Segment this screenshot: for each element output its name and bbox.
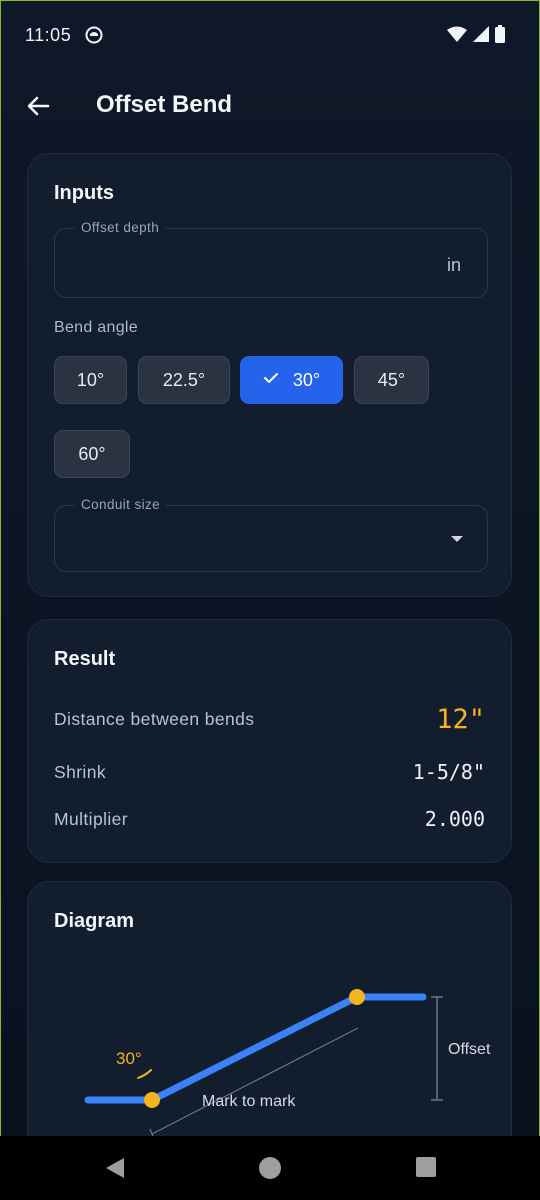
wifi-icon bbox=[447, 26, 467, 42]
bend-angle-label: Bend angle bbox=[54, 319, 138, 336]
check-icon bbox=[263, 370, 279, 391]
result-card: Result Distance between bends 12" Shrink… bbox=[27, 619, 512, 863]
nav-home-icon bbox=[259, 1157, 281, 1179]
offset-depth-unit: in bbox=[446, 255, 461, 275]
distance-value: 12" bbox=[436, 704, 485, 735]
signal-icon bbox=[473, 26, 489, 42]
app-bar: Offset Bend bbox=[1, 77, 539, 135]
chip-label: 45° bbox=[377, 369, 406, 390]
angle-label: 30° bbox=[116, 1049, 142, 1068]
system-navigation-bar bbox=[0, 1136, 540, 1200]
back-button[interactable] bbox=[23, 91, 53, 121]
shrink-label: Shrink bbox=[54, 761, 107, 782]
result-heading: Result bbox=[54, 648, 116, 670]
chip-label: 30° bbox=[292, 369, 321, 390]
status-time: 11:05 bbox=[25, 25, 72, 45]
multiplier-value: 2.000 bbox=[424, 807, 485, 831]
app-screen: 11:05 Offset Bend Inputs Offset depth in… bbox=[0, 0, 540, 1137]
nav-recents-button[interactable] bbox=[416, 1157, 436, 1182]
conduit-size-dropdown[interactable]: Conduit size bbox=[54, 497, 488, 572]
offset-label: Offset bbox=[448, 1041, 491, 1058]
offset-diagram: 30° Mark to mark Offset bbox=[84, 989, 491, 1137]
multiplier-label: Multiplier bbox=[54, 808, 129, 829]
bend-angle-chip-45[interactable]: 45° bbox=[354, 356, 429, 404]
conduit-size-label: Conduit size bbox=[75, 497, 167, 512]
inputs-heading: Inputs bbox=[54, 182, 114, 204]
nav-home-button[interactable] bbox=[259, 1157, 281, 1184]
notification-icon bbox=[85, 26, 103, 49]
bend-angle-chip-22-5[interactable]: 22.5° bbox=[138, 356, 230, 404]
result-row-multiplier: Multiplier 2.000 bbox=[54, 807, 485, 831]
result-row-shrink: Shrink 1-5/8" bbox=[54, 760, 485, 784]
bend-point-1 bbox=[144, 1092, 160, 1108]
chip-label: 22.5° bbox=[162, 369, 206, 390]
bend-point-2 bbox=[349, 989, 365, 1005]
diagram-card: Diagram 30° Mark to mark Offset bbox=[27, 881, 512, 1137]
inputs-card: Inputs Offset depth in Bend angle 10° 22… bbox=[27, 153, 512, 597]
chip-label: 60° bbox=[78, 443, 106, 464]
page-title: Offset Bend bbox=[96, 91, 233, 118]
distance-label: Distance between bends bbox=[54, 709, 255, 729]
nav-back-button[interactable] bbox=[104, 1157, 126, 1184]
offset-depth-label: Offset depth bbox=[75, 220, 166, 235]
offset-depth-field[interactable]: Offset depth in bbox=[54, 220, 488, 298]
dropdown-arrow-icon bbox=[451, 536, 463, 542]
bend-angle-chip-60[interactable]: 60° bbox=[54, 430, 130, 478]
system-icons bbox=[447, 25, 505, 43]
bend-angle-chip-10[interactable]: 10° bbox=[54, 356, 127, 404]
chip-label: 10° bbox=[76, 369, 105, 390]
battery-icon bbox=[495, 25, 505, 43]
result-row-distance: Distance between bends 12" bbox=[54, 704, 485, 735]
angle-arc bbox=[137, 1069, 152, 1079]
status-bar: 11:05 bbox=[1, 1, 539, 69]
nav-recents-icon bbox=[416, 1157, 436, 1177]
shrink-value: 1-5/8" bbox=[412, 760, 485, 784]
bend-angle-chip-30[interactable]: 30° bbox=[240, 356, 343, 404]
nav-back-icon bbox=[106, 1158, 124, 1178]
mark-to-mark-label: Mark to mark bbox=[202, 1093, 296, 1110]
arrow-back-icon bbox=[27, 96, 50, 116]
